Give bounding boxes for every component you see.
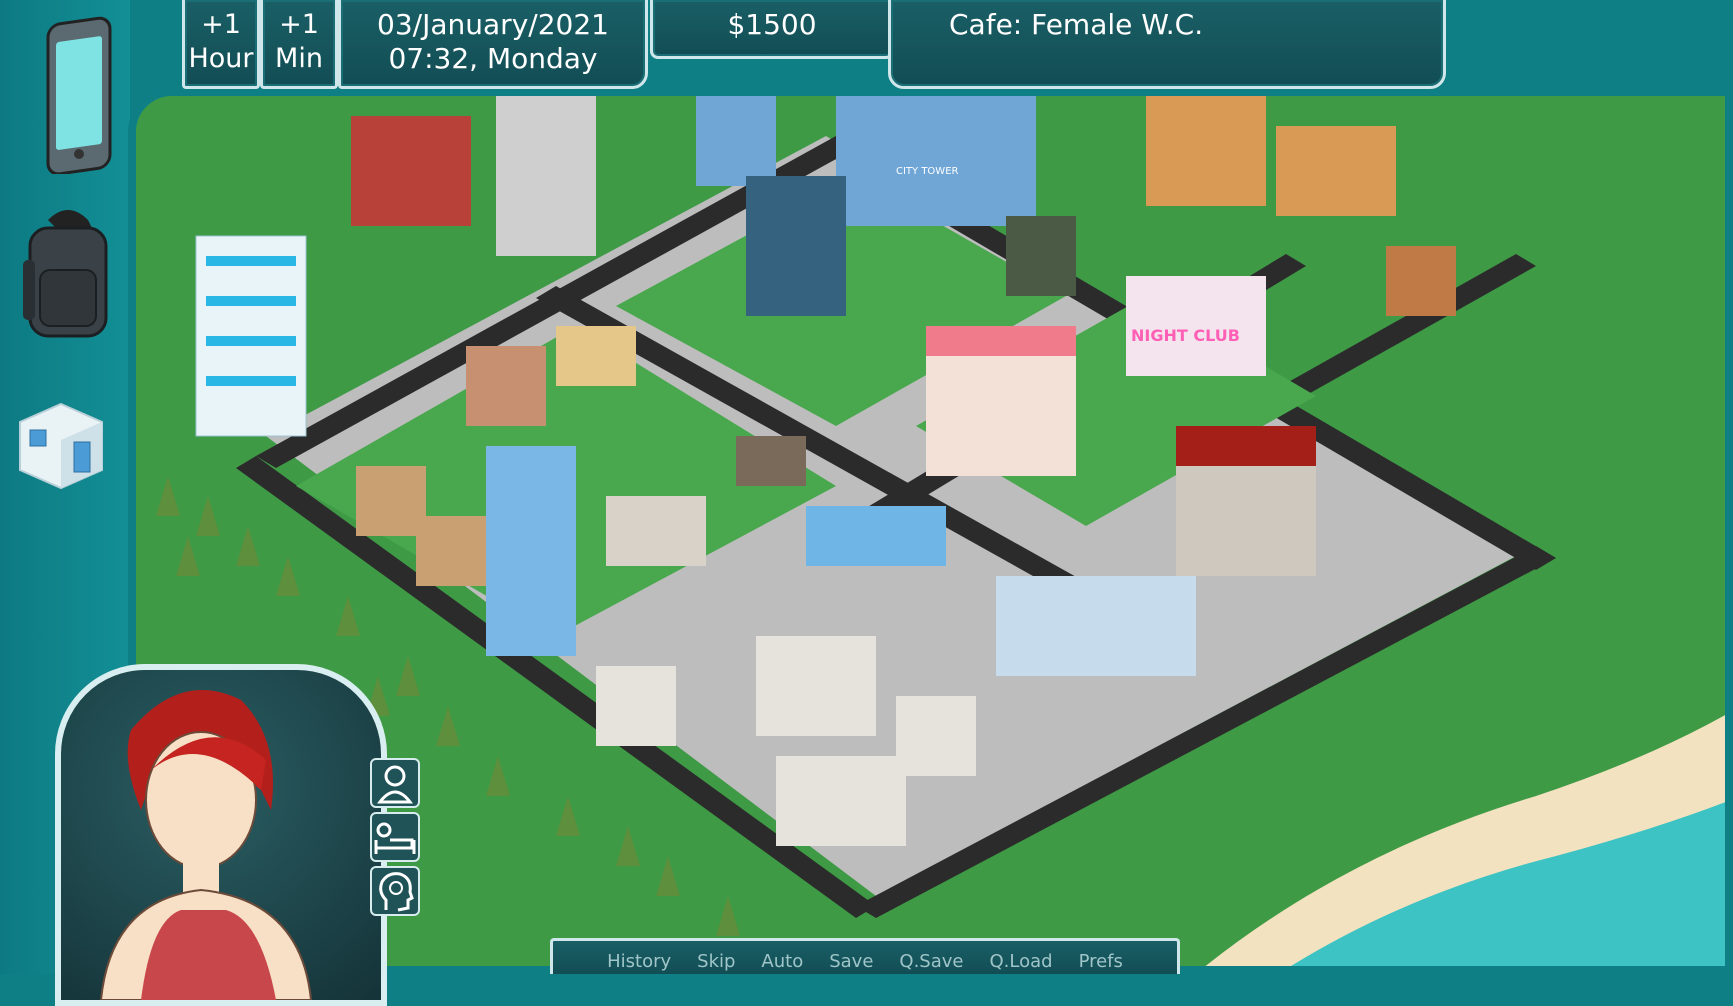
money-panel: $1500 [650, 0, 894, 59]
plus-min-line1: +1 [279, 9, 319, 40]
save-button[interactable]: Save [816, 941, 886, 974]
location-panel: Cafe: Female W.C. [888, 0, 1446, 89]
time-day-text: 07:32, Monday [388, 42, 598, 75]
phone-icon[interactable] [44, 14, 114, 176]
location-text: Cafe: Female W.C. [949, 8, 1204, 41]
mind-icon[interactable] [370, 866, 420, 916]
money-text: $1500 [727, 8, 817, 41]
prefs-button[interactable]: Prefs [1066, 941, 1136, 974]
sleep-icon[interactable] [370, 812, 420, 862]
quick-menu: History Skip Auto Save Q.Save Q.Load Pre… [550, 938, 1180, 974]
plus-min-button[interactable]: +1 Min [260, 0, 338, 89]
room-cube-icon[interactable] [16, 400, 106, 490]
nightclub-sign: NIGHT CLUB [1131, 326, 1240, 345]
date-text: 03/January/2021 [377, 8, 609, 41]
date-time-panel: 03/January/2021 07:32, Monday [338, 0, 648, 89]
history-button[interactable]: History [594, 941, 684, 974]
person-icon[interactable] [370, 758, 420, 808]
plus-hour-line1: +1 [201, 9, 241, 40]
quick-save-button[interactable]: Q.Save [886, 941, 976, 974]
skip-button[interactable]: Skip [684, 941, 748, 974]
plus-hour-line2: Hour [188, 43, 254, 74]
plus-hour-button[interactable]: +1 Hour [182, 0, 260, 89]
character-portrait[interactable] [55, 664, 387, 1006]
auto-button[interactable]: Auto [748, 941, 816, 974]
plus-min-line2: Min [275, 43, 323, 74]
backpack-icon[interactable] [18, 200, 118, 340]
quick-load-button[interactable]: Q.Load [976, 941, 1065, 974]
character-avatar [99, 690, 313, 1000]
city-tower-sign: CITY TOWER [896, 166, 959, 177]
